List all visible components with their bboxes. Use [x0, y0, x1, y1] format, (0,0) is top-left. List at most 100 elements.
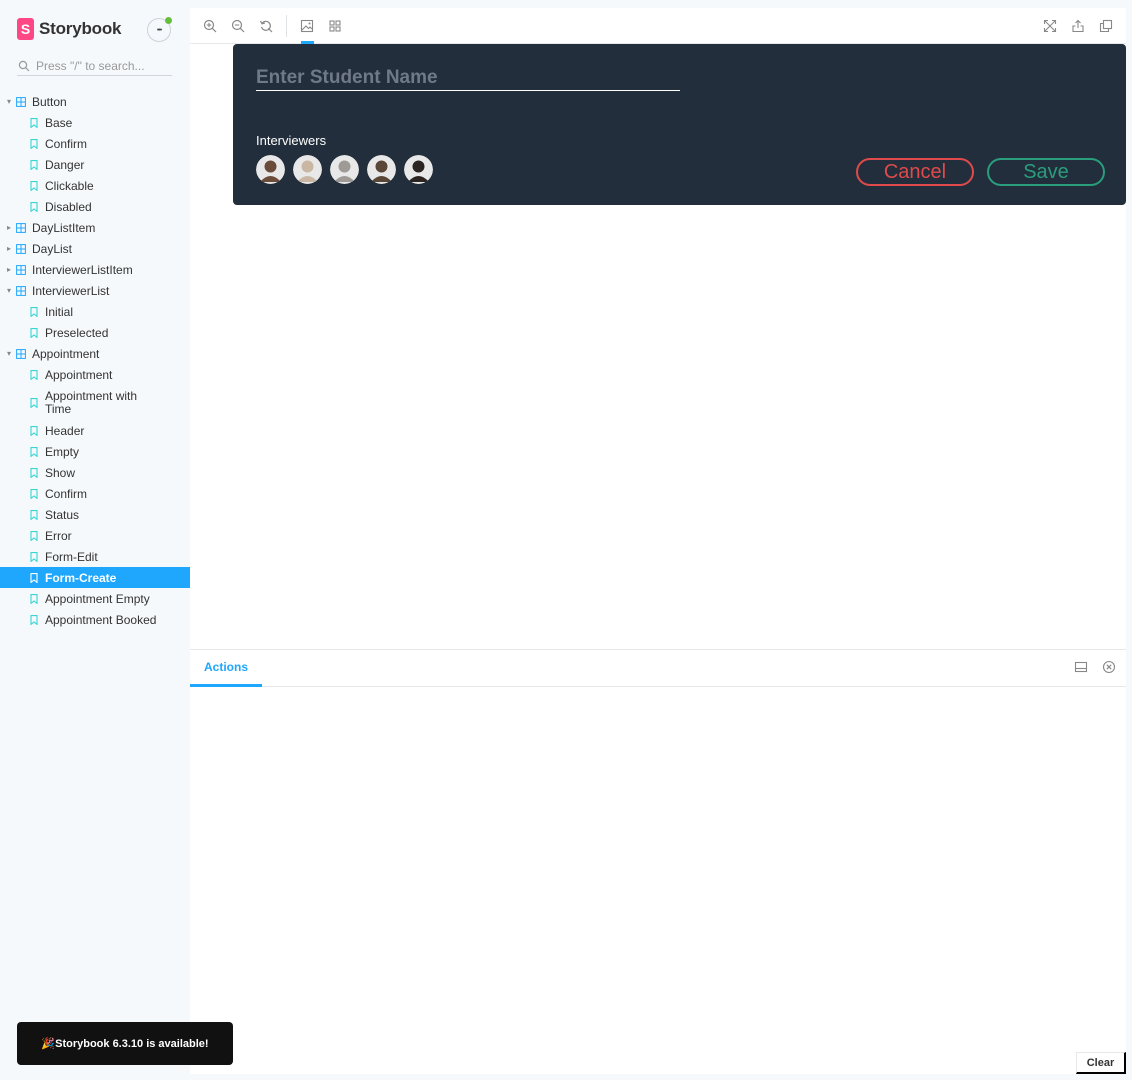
interviewer-avatar[interactable] [256, 155, 285, 184]
sidebar-item-label: Confirm [45, 136, 88, 151]
sidebar-component-item[interactable]: ▸ DayListItem [0, 217, 190, 238]
grid-icon [329, 19, 341, 32]
sidebar-item-label: Appointment [45, 367, 113, 382]
share-icon [1072, 19, 1084, 33]
sidebar-story-item[interactable]: Appointment [0, 364, 190, 385]
sidebar-item-label: Header [45, 423, 85, 438]
component-icon [16, 264, 26, 275]
sidebar-story-item[interactable]: Appointment Booked [0, 609, 190, 630]
search-box[interactable] [17, 56, 172, 76]
interviewers-label: Interviewers [256, 133, 327, 148]
zoom-reset-button[interactable] [252, 8, 280, 44]
update-toast[interactable]: 🎉Storybook 6.3.10 is available! [17, 1022, 233, 1065]
bookmark-icon [30, 425, 38, 436]
panel-orientation-icon[interactable] [1074, 660, 1088, 674]
image-icon [300, 19, 314, 32]
update-indicator-dot [165, 17, 172, 24]
sidebar-story-item[interactable]: Initial [0, 301, 190, 322]
sidebar-item-label: Initial [45, 304, 74, 319]
bookmark-icon [30, 572, 38, 583]
save-button[interactable]: Save [987, 158, 1105, 186]
bookmark-icon [30, 509, 38, 520]
search-input[interactable] [36, 58, 156, 73]
sidebar-component-item[interactable]: ▾ Appointment [0, 343, 190, 364]
bookmark-icon [30, 397, 38, 408]
sidebar-story-item[interactable]: Show [0, 462, 190, 483]
interviewer-avatar[interactable] [293, 155, 322, 184]
bookmark-icon [30, 446, 38, 457]
sidebar-item-label: DayList [32, 241, 73, 256]
close-panel-icon[interactable] [1102, 660, 1116, 674]
sidebar-story-item[interactable]: Preselected [0, 322, 190, 343]
sidebar-story-item[interactable]: Form-Create [0, 567, 190, 588]
bookmark-icon [30, 201, 38, 212]
interviewer-avatar[interactable] [330, 155, 359, 184]
canvas-view-button[interactable] [293, 8, 321, 44]
sidebar-story-item[interactable]: Appointment with Time [0, 385, 190, 420]
story-tree: ▾ Button Base Confirm Danger Clickable Disable… [0, 91, 190, 630]
zoom-in-button[interactable] [196, 8, 224, 44]
sidebar-item-label: Appointment Empty [45, 591, 150, 606]
sidebar-item-label: Empty [45, 444, 80, 459]
sidebar-story-item[interactable]: Status [0, 504, 190, 525]
sidebar-item-label: Base [45, 115, 73, 130]
sidebar-story-item[interactable]: Base [0, 112, 190, 133]
caret-down-icon: ▾ [6, 349, 11, 358]
sidebar-story-item[interactable]: Appointment Empty [0, 588, 190, 609]
menu-button[interactable]: ••• [147, 17, 172, 42]
sidebar-item-label: Confirm [45, 486, 88, 501]
bookmark-icon [30, 614, 38, 625]
sidebar-item-label: Error [45, 528, 72, 543]
tab-actions[interactable]: Actions [190, 650, 263, 687]
sidebar-component-item[interactable]: ▸ DayList [0, 238, 190, 259]
component-icon [16, 243, 26, 254]
student-name-input[interactable] [256, 66, 680, 91]
sidebar-story-item[interactable]: Clickable [0, 175, 190, 196]
more-icon: ••• [156, 26, 162, 34]
main-panel: Interviewers Cancel Save Actions Clear [190, 8, 1126, 1074]
bookmark-icon [30, 138, 38, 149]
sidebar-story-item[interactable]: Header [0, 420, 190, 441]
interviewer-avatar[interactable] [404, 155, 433, 184]
caret-right-icon: ▸ [6, 265, 11, 274]
sidebar-story-item[interactable]: Confirm [0, 133, 190, 154]
sidebar-story-item[interactable]: Form-Edit [0, 546, 190, 567]
sidebar-item-label: Form-Create [45, 570, 117, 585]
sidebar-item-label: Appointment Booked [45, 612, 157, 627]
interviewer-list [256, 155, 433, 184]
zoom-out-button[interactable] [224, 8, 252, 44]
bookmark-icon [30, 488, 38, 499]
sidebar-story-item[interactable]: Error [0, 525, 190, 546]
appointment-form-card: Interviewers Cancel Save [233, 44, 1126, 205]
sidebar-story-item[interactable]: Disabled [0, 196, 190, 217]
sidebar-item-label: Form-Edit [45, 549, 98, 564]
storybook-brand[interactable]: S Storybook [17, 18, 121, 40]
cancel-button[interactable]: Cancel [856, 158, 974, 186]
fullscreen-button[interactable] [1036, 8, 1064, 44]
clear-actions-button[interactable]: Clear [1076, 1052, 1126, 1074]
sidebar-component-item[interactable]: ▸ InterviewerListItem [0, 259, 190, 280]
sidebar-item-label: Preselected [45, 325, 109, 340]
sidebar-component-item[interactable]: ▾ Button [0, 91, 190, 112]
grid-view-button[interactable] [321, 8, 349, 44]
copy-link-button[interactable] [1092, 8, 1120, 44]
bookmark-icon [30, 530, 38, 541]
bookmark-icon [30, 369, 38, 380]
caret-down-icon: ▾ [6, 97, 11, 106]
sidebar-item-label: Clickable [45, 178, 94, 193]
bookmark-icon [30, 551, 38, 562]
interviewer-avatar[interactable] [367, 155, 396, 184]
brand-name: Storybook [39, 19, 122, 38]
sidebar-item-label: Appointment with Time [45, 388, 138, 416]
sidebar-story-item[interactable]: Danger [0, 154, 190, 175]
bookmark-icon [30, 327, 38, 338]
storybook-logo-icon: S [17, 18, 34, 40]
share-button[interactable] [1064, 8, 1092, 44]
sidebar-story-item[interactable]: Empty [0, 441, 190, 462]
bookmark-icon [30, 306, 38, 317]
sidebar-story-item[interactable]: Confirm [0, 483, 190, 504]
sidebar-item-label: Appointment [32, 346, 100, 361]
search-icon [18, 60, 30, 71]
sidebar-component-item[interactable]: ▾ InterviewerList [0, 280, 190, 301]
bookmark-icon [30, 180, 38, 191]
